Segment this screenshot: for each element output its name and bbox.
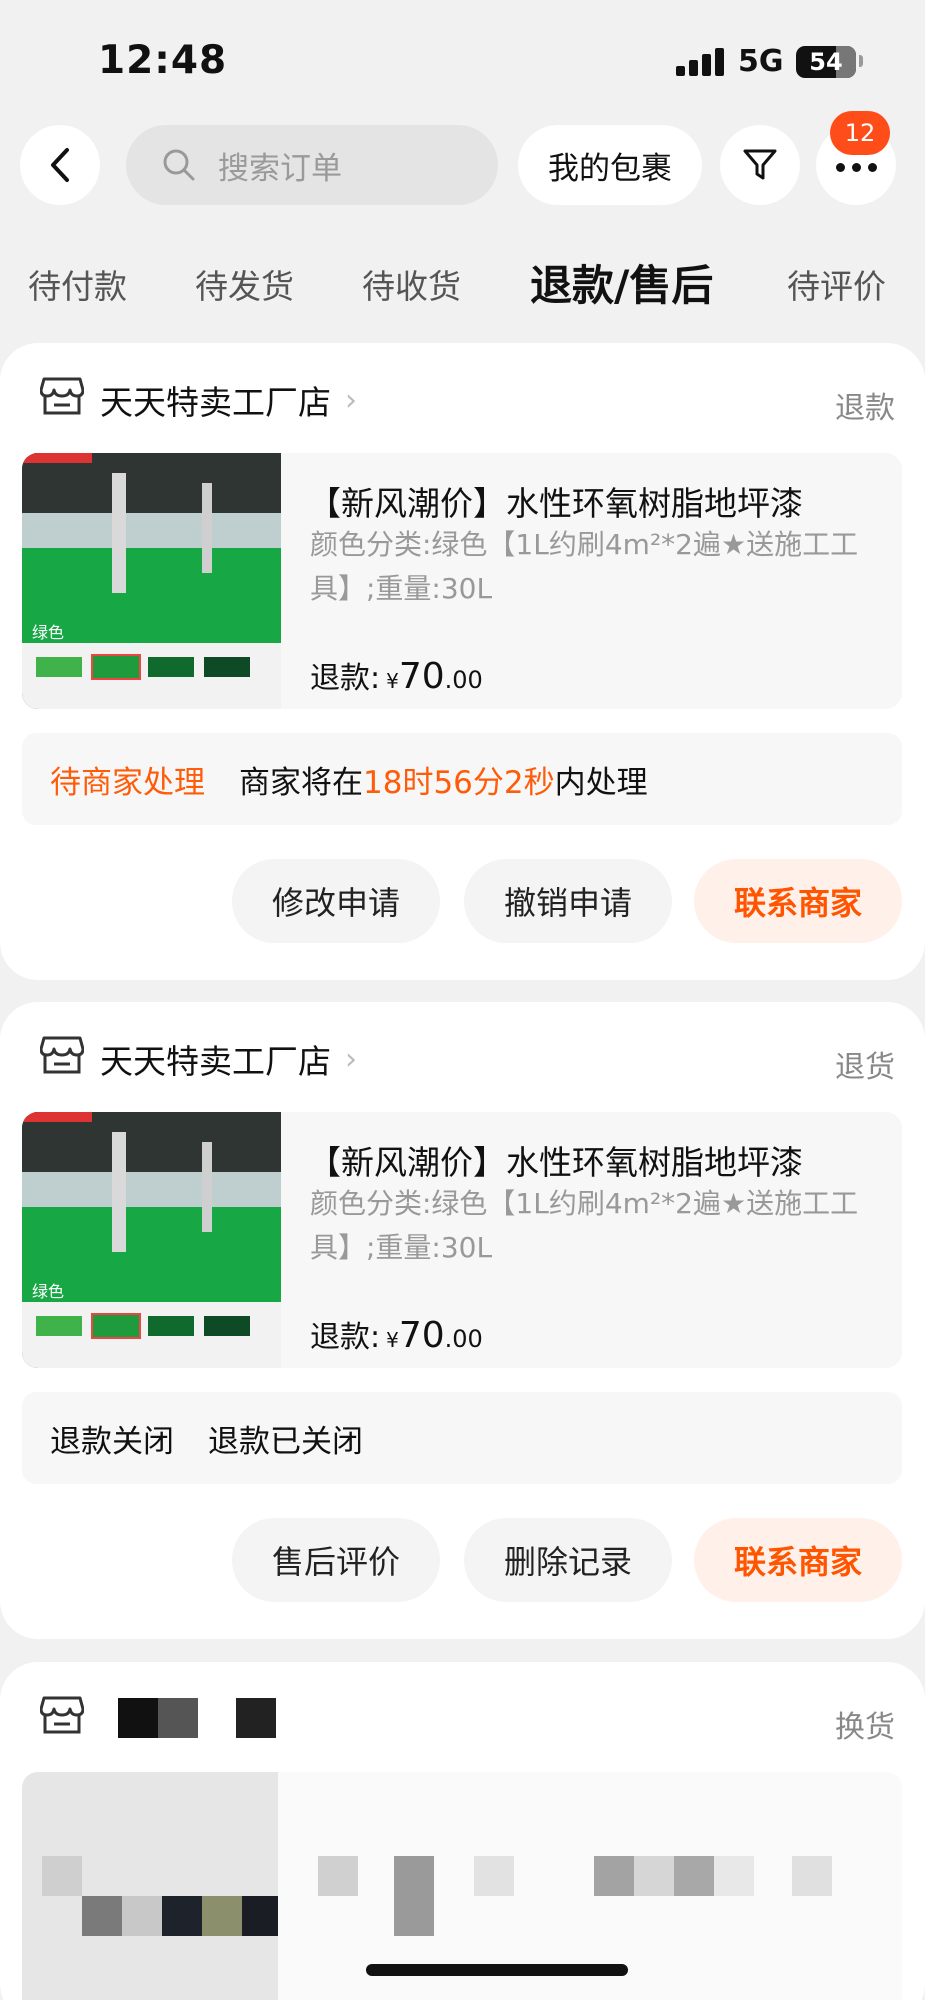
status-time: 12:48: [98, 38, 228, 83]
contact-seller-button[interactable]: 联系商家: [694, 859, 902, 943]
aftersale-review-button[interactable]: 售后评价: [232, 1518, 440, 1602]
more-icon: [835, 162, 877, 172]
tab-refund-aftersale[interactable]: 退款/售后: [530, 252, 713, 313]
status-box[interactable]: 退款关闭 退款已关闭: [22, 1392, 902, 1484]
status-detail: 退款已关闭: [208, 1423, 363, 1460]
item-row[interactable]: 绿色 【新风潮价】水性环氧树脂地坪漆 颜色分类:绿色【1L约刷4m²*2遍★送施…: [22, 453, 902, 709]
my-parcels-button[interactable]: 我的包裹: [518, 125, 702, 205]
product-image: 绿色: [22, 1112, 281, 1368]
aftersale-type-tag: 换货: [835, 1710, 895, 1745]
status-title: 退款关闭: [50, 1423, 174, 1460]
order-card: 换货: [0, 1662, 925, 2000]
item-spec: 颜色分类:绿色【1L约刷4m²*2遍★送施工工具】;重量:30L: [310, 528, 859, 605]
image-label: 绿色: [32, 1282, 65, 1301]
modify-request-button[interactable]: 修改申请: [232, 859, 440, 943]
notification-badge: 12: [830, 111, 890, 155]
price-label: 退款:: [310, 661, 381, 696]
battery-level: 54: [809, 48, 843, 76]
status-prefix: 商家将在: [239, 764, 363, 801]
delete-record-button[interactable]: 删除记录: [464, 1518, 672, 1602]
tab-pending-payment[interactable]: 待付款: [28, 260, 127, 308]
store-icon: [40, 377, 84, 415]
store-icon: [40, 1696, 84, 1734]
search-icon: [163, 149, 195, 181]
tab-pending-receipt[interactable]: 待收货: [362, 260, 461, 308]
refund-amount: 退款: ¥70.00: [310, 1312, 483, 1356]
status-box[interactable]: 待商家处理 商家将在 18时56分2秒 内处理: [22, 733, 902, 825]
price-dec: .00: [444, 1325, 483, 1353]
price-int: 70: [398, 1315, 445, 1356]
tab-pending-shipment[interactable]: 待发货: [195, 260, 294, 308]
chevron-right-icon: ›: [345, 382, 357, 418]
filter-icon: [743, 149, 777, 180]
item-title: 【新风潮价】水性环氧树脂地坪漆: [308, 1143, 803, 1182]
battery-icon: 54: [796, 46, 856, 78]
item-row[interactable]: 绿色 【新风潮价】水性环氧树脂地坪漆 颜色分类:绿色【1L约刷4m²*2遍★送施…: [22, 1112, 902, 1368]
search-input[interactable]: 搜索订单: [126, 125, 498, 205]
cancel-request-button[interactable]: 撤销申请: [464, 859, 672, 943]
tab-pending-review[interactable]: 待评价: [787, 260, 886, 308]
order-card: 天天特卖工厂店 › 退款 绿色 【新风潮价】水性环氧树脂地坪漆 颜色分类:绿色【…: [0, 343, 925, 980]
order-card: 天天特卖工厂店 › 退货 绿色 【新风潮价】水性环氧树脂地坪漆 颜色分类:绿色【…: [0, 1002, 925, 1639]
chevron-left-icon: [51, 148, 69, 182]
item-title: 【新风潮价】水性环氧树脂地坪漆: [308, 484, 803, 523]
item-spec: 颜色分类:绿色【1L约刷4m²*2遍★送施工工具】;重量:30L: [310, 1187, 859, 1264]
store-name[interactable]: 天天特卖工厂店: [100, 1035, 331, 1083]
signal-icon: [676, 48, 724, 76]
battery-tip: [859, 55, 863, 67]
currency: ¥: [386, 669, 399, 693]
store-name-redacted: [100, 1698, 280, 1738]
store-icon: [40, 1036, 84, 1074]
currency: ¥: [386, 1328, 399, 1352]
aftersale-type-tag: 退货: [835, 1050, 895, 1085]
status-title: 待商家处理: [50, 764, 205, 801]
filter-button[interactable]: [720, 125, 800, 205]
status-countdown: 18时56分2秒: [363, 764, 555, 801]
store-name[interactable]: 天天特卖工厂店: [100, 376, 331, 424]
price-label: 退款:: [310, 1320, 381, 1355]
image-label: 绿色: [32, 623, 65, 642]
price-int: 70: [398, 656, 445, 697]
back-button[interactable]: [20, 125, 100, 205]
price-dec: .00: [444, 666, 483, 694]
contact-seller-button[interactable]: 联系商家: [694, 1518, 902, 1602]
product-image: 绿色: [22, 453, 281, 709]
network-label: 5G: [738, 44, 784, 79]
aftersale-type-tag: 退款: [835, 391, 895, 426]
refund-amount: 退款: ¥70.00: [310, 653, 483, 697]
chevron-right-icon: ›: [345, 1041, 357, 1077]
home-indicator: [366, 1964, 628, 1976]
search-placeholder: 搜索订单: [218, 150, 342, 187]
status-suffix: 内处理: [554, 764, 648, 801]
